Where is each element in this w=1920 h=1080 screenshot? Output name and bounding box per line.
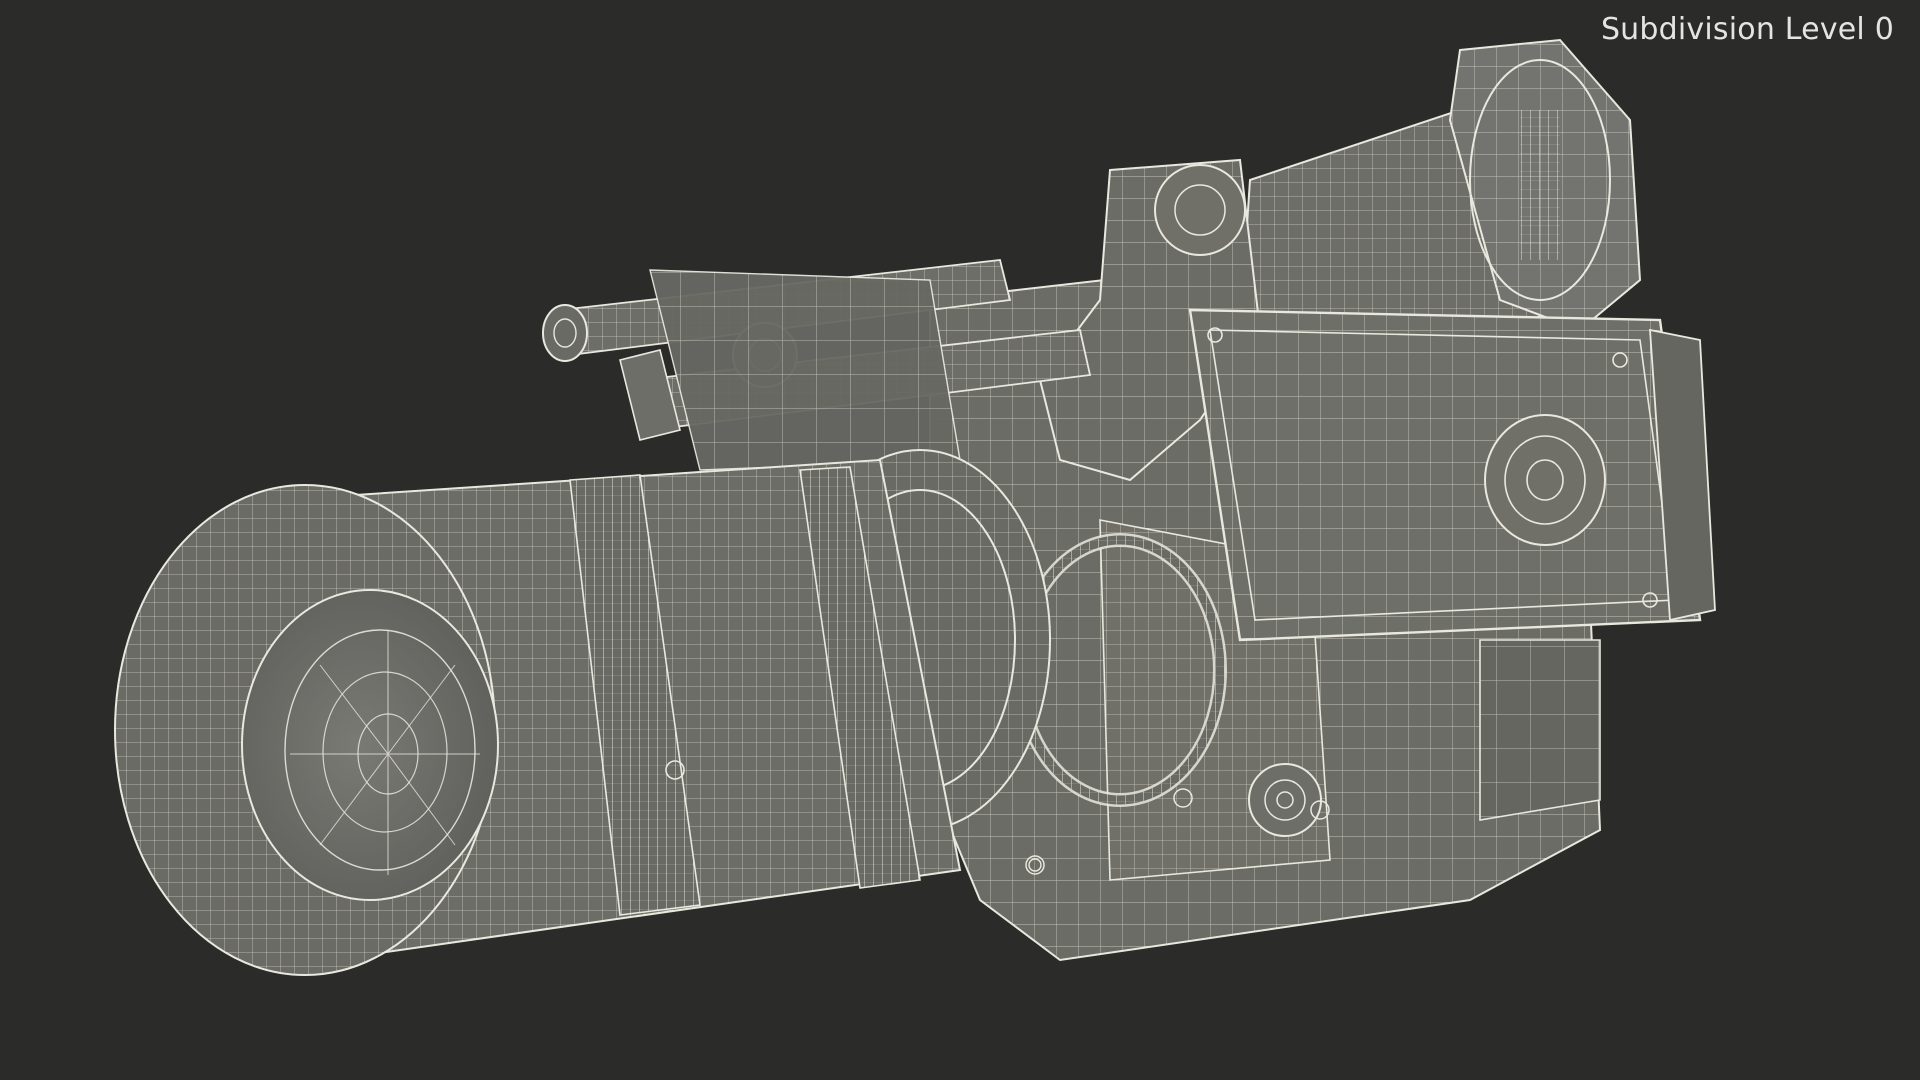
3d-viewport[interactable]: Subdivision Level 0: [0, 0, 1920, 1080]
lens-front: [114, 484, 499, 976]
subdivision-level-label: Subdivision Level 0: [1600, 12, 1894, 47]
camera-wireframe-render: [114, 38, 1716, 976]
lcd-screen: [1188, 308, 1716, 642]
